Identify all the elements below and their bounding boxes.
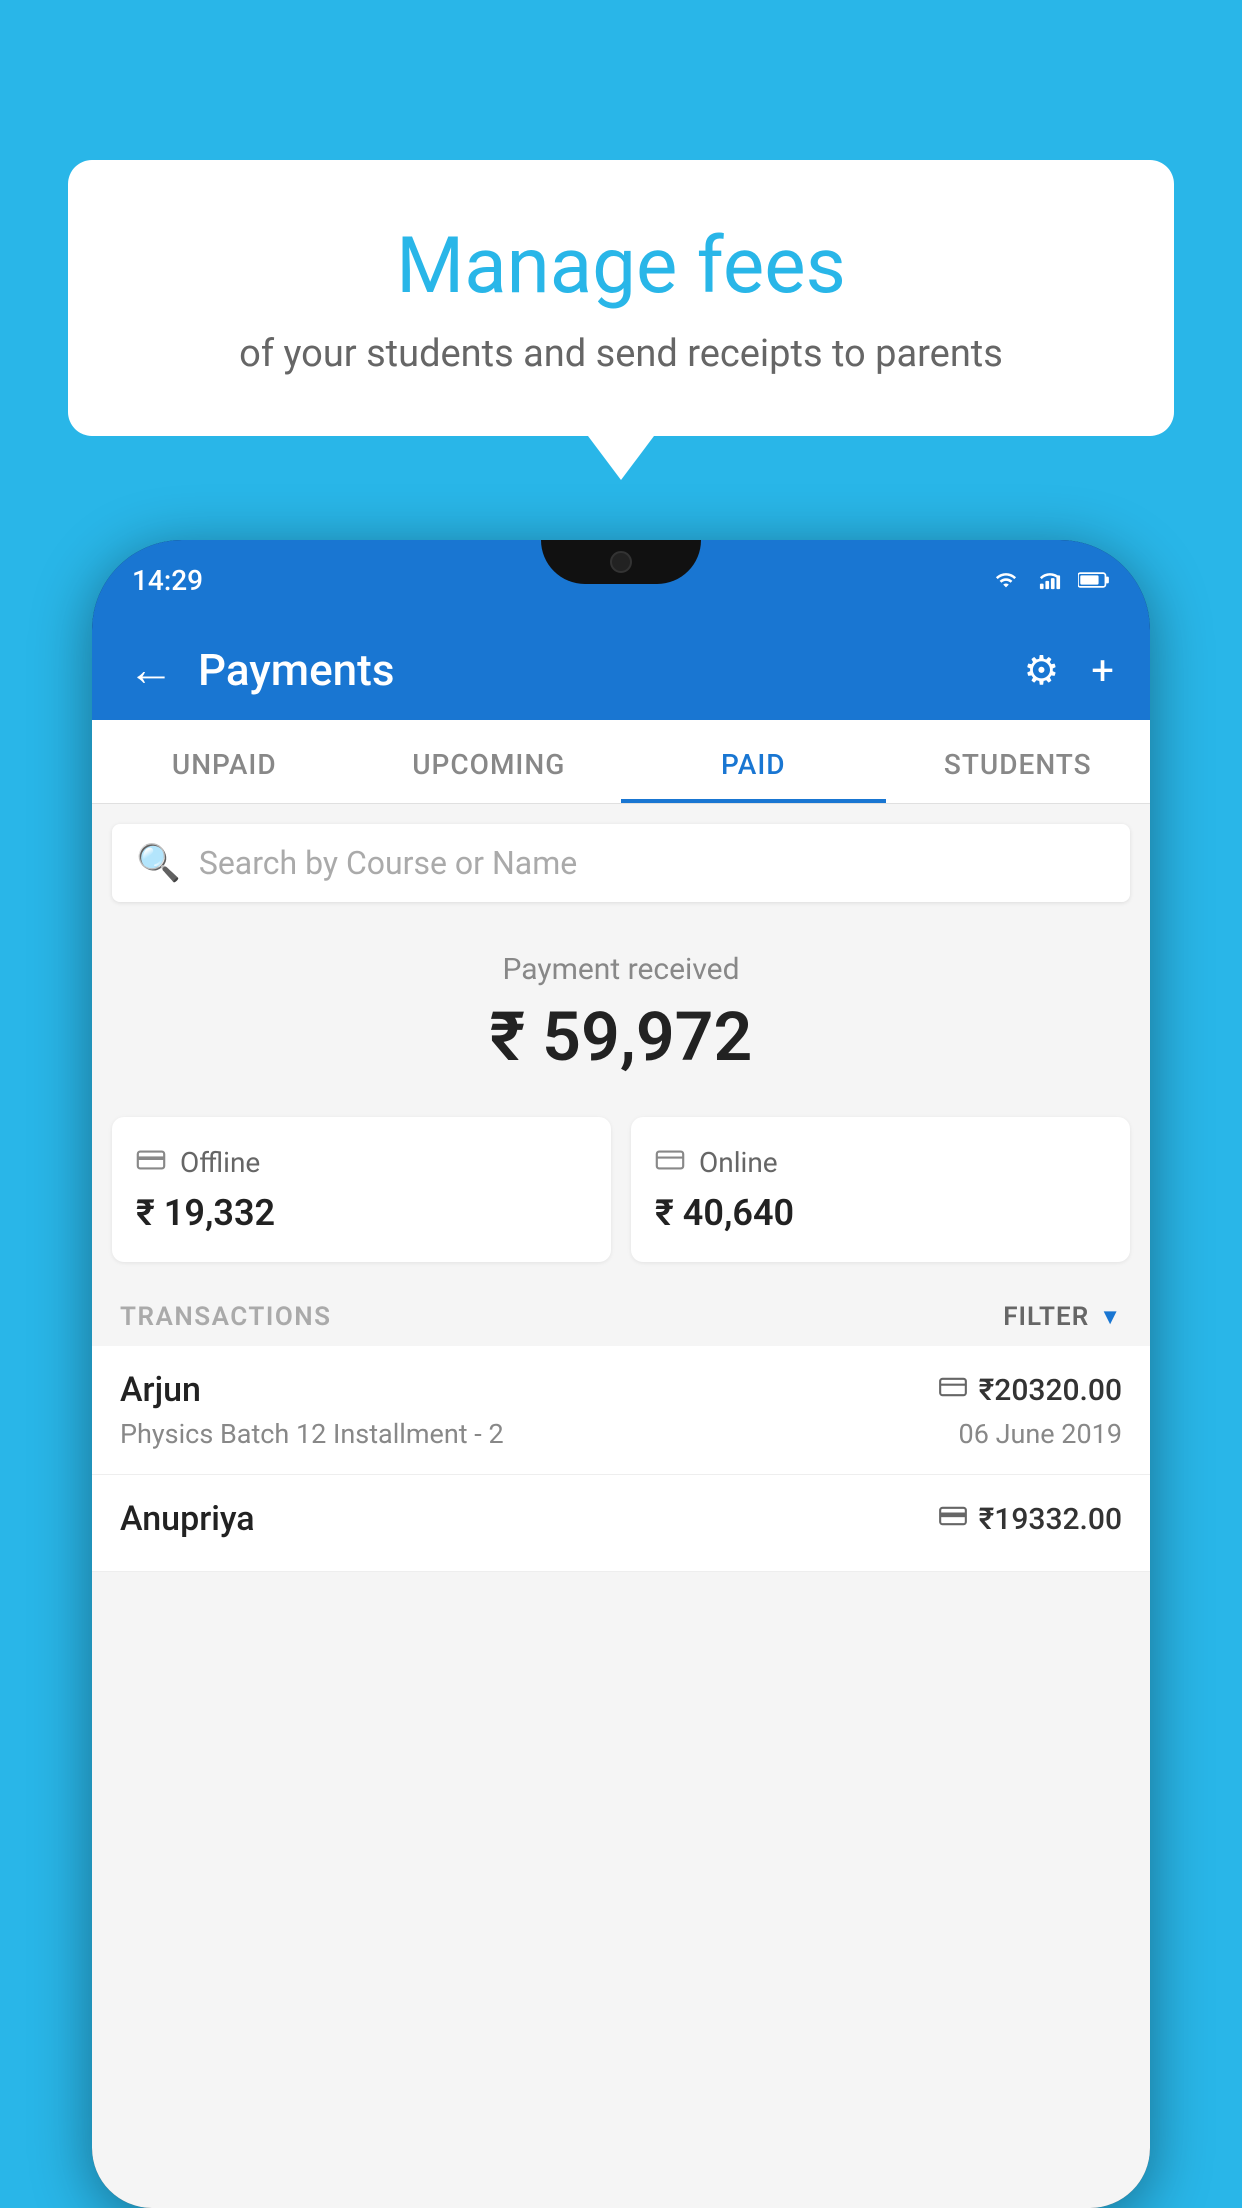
wifi-icon: [990, 569, 1022, 591]
filter-label: FILTER: [1003, 1302, 1089, 1332]
payment-label: Payment received: [92, 952, 1150, 987]
payment-amount: ₹ 59,972: [92, 997, 1150, 1077]
offline-label: Offline: [180, 1146, 260, 1179]
filter-button[interactable]: FILTER ▼: [1003, 1302, 1122, 1332]
table-row[interactable]: Anupriya ₹19332.00: [92, 1475, 1150, 1572]
bubble-subtitle: of your students and send receipts to pa…: [118, 332, 1124, 376]
payment-type-icon: [939, 1375, 967, 1405]
table-row[interactable]: Arjun ₹20320.00 Physics Batch 12 Install…: [92, 1346, 1150, 1475]
transaction-top-row: Arjun ₹20320.00: [120, 1370, 1122, 1410]
header-icons: ⚙ +: [1023, 647, 1114, 694]
screen-content: 🔍 Search by Course or Name Payment recei…: [92, 804, 1150, 2208]
online-icon: [655, 1145, 685, 1180]
add-button[interactable]: +: [1091, 647, 1114, 694]
online-card-header: Online: [655, 1145, 1106, 1180]
settings-icon[interactable]: ⚙: [1023, 647, 1059, 694]
tab-paid[interactable]: PAID: [621, 720, 886, 803]
transaction-bottom-row: Physics Batch 12 Installment - 2 06 June…: [120, 1418, 1122, 1450]
search-icon: 🔍: [136, 842, 181, 884]
transaction-name: Anupriya: [120, 1499, 255, 1539]
app-header: ← Payments ⚙ +: [92, 620, 1150, 720]
bubble-title: Manage fees: [118, 220, 1124, 314]
status-bar: 14:29: [92, 540, 1150, 620]
payment-type-icon: [939, 1504, 967, 1534]
tabs-bar: UNPAID UPCOMING PAID STUDENTS: [92, 720, 1150, 804]
transaction-top-row: Anupriya ₹19332.00: [120, 1499, 1122, 1539]
transaction-course: Physics Batch 12 Installment - 2: [120, 1418, 504, 1450]
online-card: Online ₹ 40,640: [631, 1117, 1130, 1262]
signal-icon: [1034, 569, 1066, 591]
offline-card-header: Offline: [136, 1145, 587, 1180]
tab-upcoming[interactable]: UPCOMING: [357, 720, 622, 803]
transactions-label: TRANSACTIONS: [120, 1302, 332, 1332]
transaction-amount: ₹20320.00: [939, 1373, 1122, 1408]
offline-icon: [136, 1145, 166, 1180]
battery-icon: [1078, 569, 1110, 591]
camera: [610, 551, 632, 573]
payment-cards: Offline ₹ 19,332 Online ₹ 40,640: [112, 1117, 1130, 1262]
search-placeholder: Search by Course or Name: [199, 844, 577, 882]
speech-bubble: Manage fees of your students and send re…: [68, 160, 1174, 436]
offline-card: Offline ₹ 19,332: [112, 1117, 611, 1262]
tab-unpaid[interactable]: UNPAID: [92, 720, 357, 803]
status-time: 14:29: [132, 564, 203, 597]
transactions-header: TRANSACTIONS FILTER ▼: [92, 1282, 1150, 1346]
payment-summary: Payment received ₹ 59,972: [92, 922, 1150, 1101]
transaction-date: 06 June 2019: [959, 1418, 1122, 1450]
online-amount: ₹ 40,640: [655, 1192, 1106, 1234]
search-bar[interactable]: 🔍 Search by Course or Name: [112, 824, 1130, 902]
tab-students[interactable]: STUDENTS: [886, 720, 1151, 803]
online-label: Online: [699, 1146, 778, 1179]
offline-amount: ₹ 19,332: [136, 1192, 587, 1234]
transaction-name: Arjun: [120, 1370, 201, 1410]
phone-frame: 14:29 ← Payments ⚙: [92, 540, 1150, 2208]
page-title: Payments: [198, 644, 999, 696]
back-button[interactable]: ←: [128, 647, 174, 693]
filter-icon: ▼: [1099, 1304, 1122, 1330]
status-icons: [990, 569, 1110, 591]
notch: [541, 540, 701, 584]
transaction-amount: ₹19332.00: [939, 1502, 1122, 1537]
